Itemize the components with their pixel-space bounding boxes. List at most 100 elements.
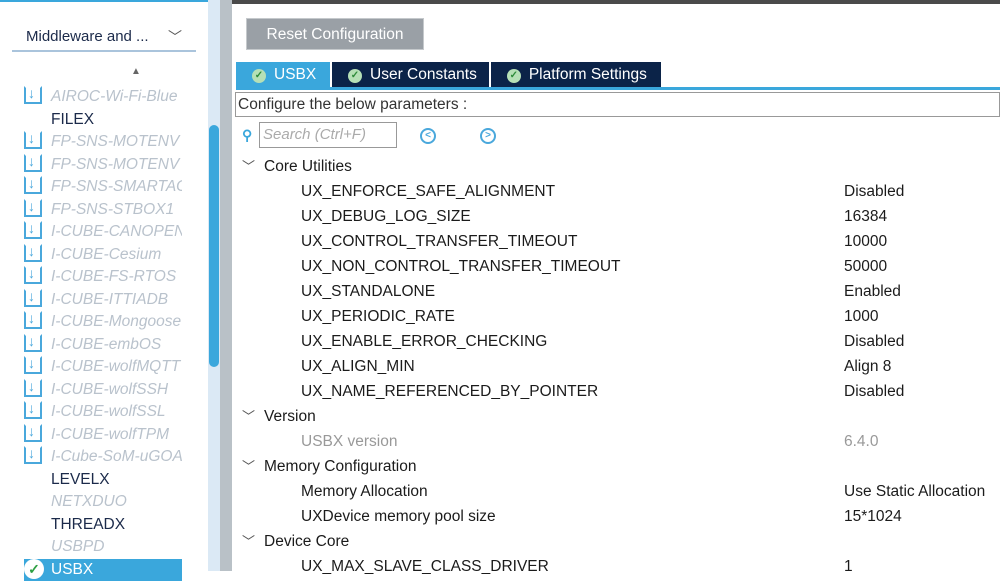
middleware-item[interactable]: AIROC-Wi-Fi-Blue: [24, 86, 182, 108]
search-icon: ⚲: [242, 127, 253, 143]
parameter-value[interactable]: 16384: [844, 204, 887, 229]
parameter-row[interactable]: UXDevice memory pool size 15*1024: [240, 504, 1000, 529]
middleware-item[interactable]: USBPD: [24, 536, 182, 558]
chevron-down-icon[interactable]: ﹀: [242, 529, 255, 554]
tab-underline: [236, 87, 1000, 90]
middleware-item-label: I-CUBE-Mongoose: [51, 313, 182, 330]
middleware-item[interactable]: FP-SNS-STBOX1: [24, 198, 182, 221]
category-dropdown[interactable]: Middleware and ... ﹀: [12, 24, 196, 52]
parameter-row[interactable]: UX_NON_CONTROL_TRANSFER_TIMEOUT 50000: [240, 254, 1000, 279]
parameter-row[interactable]: UX_ALIGN_MIN Align 8: [240, 354, 1000, 379]
parameter-value[interactable]: 15*1024: [844, 504, 902, 529]
tab-platform-settings[interactable]: ✓ Platform Settings: [490, 62, 661, 87]
group-label: Core Utilities: [264, 158, 352, 175]
parameter-value[interactable]: Disabled: [844, 179, 904, 204]
tab-label: Platform Settings: [528, 66, 647, 83]
tab-user-constants[interactable]: ✓ User Constants: [332, 62, 489, 87]
middleware-item[interactable]: THREADX: [24, 514, 182, 536]
middleware-item[interactable]: I-CUBE-embOS: [24, 333, 182, 356]
middleware-item[interactable]: ✓ USBX: [24, 558, 182, 581]
tree-group[interactable]: ﹀ Memory Configuration: [240, 454, 1000, 479]
middleware-item-label: FP-SNS-MOTENV: [51, 155, 180, 173]
parameter-row[interactable]: UX_STANDALONE Enabled: [240, 279, 1000, 304]
parameter-value[interactable]: Enabled: [844, 279, 901, 304]
parameter-value: 6.4.0: [844, 433, 879, 450]
middleware-item[interactable]: FP-SNS-SMARTAG: [24, 176, 182, 198]
top-bar: [232, 0, 1000, 4]
parameter-row[interactable]: UX_CONTROL_TRANSFER_TIMEOUT 10000: [240, 229, 1000, 254]
download-icon: [24, 311, 42, 329]
parameter-value[interactable]: Use Static Allocation: [844, 479, 985, 504]
download-icon: [24, 288, 42, 307]
middleware-item-label: AIROC-Wi-Fi-Blue: [51, 88, 178, 105]
middleware-item[interactable]: FILEX: [24, 109, 182, 131]
middleware-item-label: FP-SNS-SMARTAG: [51, 178, 182, 195]
parameter-name: UX_NAME_REFERENCED_BY_POINTER: [301, 383, 599, 400]
middleware-item[interactable]: I-CUBE-wolfMQTT: [24, 356, 182, 378]
parameter-value[interactable]: Disabled: [844, 379, 904, 404]
configure-label: Configure the below parameters :: [235, 92, 1000, 117]
middleware-item[interactable]: FP-SNS-MOTENV: [24, 131, 182, 153]
tab-bar: ✓ USBX ✓ User Constants ✓ Platform Settings: [236, 62, 663, 87]
middleware-item-label: LEVELX: [51, 470, 110, 488]
download-icon: [24, 401, 42, 419]
download-icon: [24, 221, 42, 239]
panel-divider[interactable]: [220, 0, 232, 571]
parameter-value[interactable]: 50000: [844, 254, 887, 279]
middleware-item[interactable]: I-CUBE-ITTIADB: [24, 288, 182, 311]
parameter-row[interactable]: UX_NAME_REFERENCED_BY_POINTER Disabled: [240, 379, 1000, 404]
scroll-up-icon[interactable]: ▲: [131, 66, 141, 77]
middleware-item[interactable]: I-CUBE-FS-RTOS: [24, 266, 182, 288]
middleware-item[interactable]: FP-SNS-MOTENV: [24, 153, 182, 176]
download-icon: [24, 446, 42, 464]
tab-usbx[interactable]: ✓ USBX: [236, 62, 330, 87]
parameter-name: UX_ALIGN_MIN: [301, 358, 415, 375]
parameter-name: UX_NON_CONTROL_TRANSFER_TIMEOUT: [301, 258, 621, 275]
parameter-row[interactable]: UX_DEBUG_LOG_SIZE 16384: [240, 204, 1000, 229]
middleware-item[interactable]: I-CUBE-Mongoose: [24, 311, 182, 333]
parameter-row[interactable]: UX_ENABLE_ERROR_CHECKING Disabled: [240, 329, 1000, 354]
parameter-row[interactable]: UX_MAX_SLAVE_CLASS_DRIVER 1: [240, 554, 1000, 579]
reset-configuration-button[interactable]: Reset Configuration: [246, 18, 424, 50]
download-icon: [24, 243, 42, 262]
download-icon: [24, 333, 42, 352]
previous-icon[interactable]: <: [420, 128, 436, 144]
middleware-item-label: I-CUBE-CANOPEN: [51, 223, 182, 240]
parameter-row[interactable]: Memory Allocation Use Static Allocation: [240, 479, 1000, 504]
middleware-item[interactable]: I-Cube-SoM-uGOAL: [24, 446, 182, 468]
chevron-down-icon: ﹀: [168, 29, 182, 45]
chevron-down-icon[interactable]: ﹀: [242, 154, 255, 179]
parameter-value[interactable]: 1000: [844, 304, 878, 329]
parameter-row[interactable]: UX_ENFORCE_SAFE_ALIGNMENT Disabled: [240, 179, 1000, 204]
scrollbar-thumb[interactable]: [209, 125, 219, 367]
chevron-down-icon[interactable]: ﹀: [242, 404, 255, 429]
middleware-item[interactable]: LEVELX: [24, 469, 182, 491]
chevron-down-icon[interactable]: ﹀: [242, 454, 255, 479]
middleware-panel: Middleware and ... ﹀ ▲ AIROC-Wi-Fi-Blue FI…: [0, 0, 208, 581]
parameter-value[interactable]: Align 8: [844, 354, 891, 379]
middleware-item[interactable]: I-CUBE-CANOPEN: [24, 221, 182, 243]
tree-group[interactable]: ﹀ Core Utilities: [240, 154, 1000, 179]
middleware-item[interactable]: I-CUBE-wolfSSH: [24, 378, 182, 401]
parameter-value[interactable]: 1: [844, 554, 853, 579]
next-icon[interactable]: >: [480, 128, 496, 144]
middleware-item-label: I-CUBE-wolfSSH: [51, 380, 169, 398]
parameter-value[interactable]: Disabled: [844, 329, 904, 354]
middleware-item-label: I-CUBE-FS-RTOS: [51, 268, 177, 285]
middleware-item-label: NETXDUO: [51, 493, 127, 510]
download-icon: [24, 198, 42, 217]
tree-group[interactable]: ﹀ Device Core: [240, 529, 1000, 554]
middleware-item[interactable]: I-CUBE-wolfSSL: [24, 401, 182, 423]
search-input[interactable]: Search (Ctrl+F): [259, 122, 397, 148]
check-icon: ✓: [348, 69, 362, 83]
tree-group[interactable]: ﹀ Version: [240, 404, 1000, 429]
parameter-value[interactable]: 10000: [844, 229, 887, 254]
middleware-item[interactable]: NETXDUO: [24, 491, 182, 513]
middleware-item-label: THREADX: [51, 515, 126, 533]
download-icon: [24, 86, 42, 104]
parameter-name: UX_DEBUG_LOG_SIZE: [301, 208, 471, 225]
middleware-item[interactable]: I-CUBE-wolfTPM: [24, 423, 182, 446]
parameter-row[interactable]: UX_PERIODIC_RATE 1000: [240, 304, 1000, 329]
middleware-item[interactable]: I-CUBE-Cesium: [24, 243, 182, 266]
parameter-row[interactable]: USBX version 6.4.0: [240, 429, 1000, 454]
